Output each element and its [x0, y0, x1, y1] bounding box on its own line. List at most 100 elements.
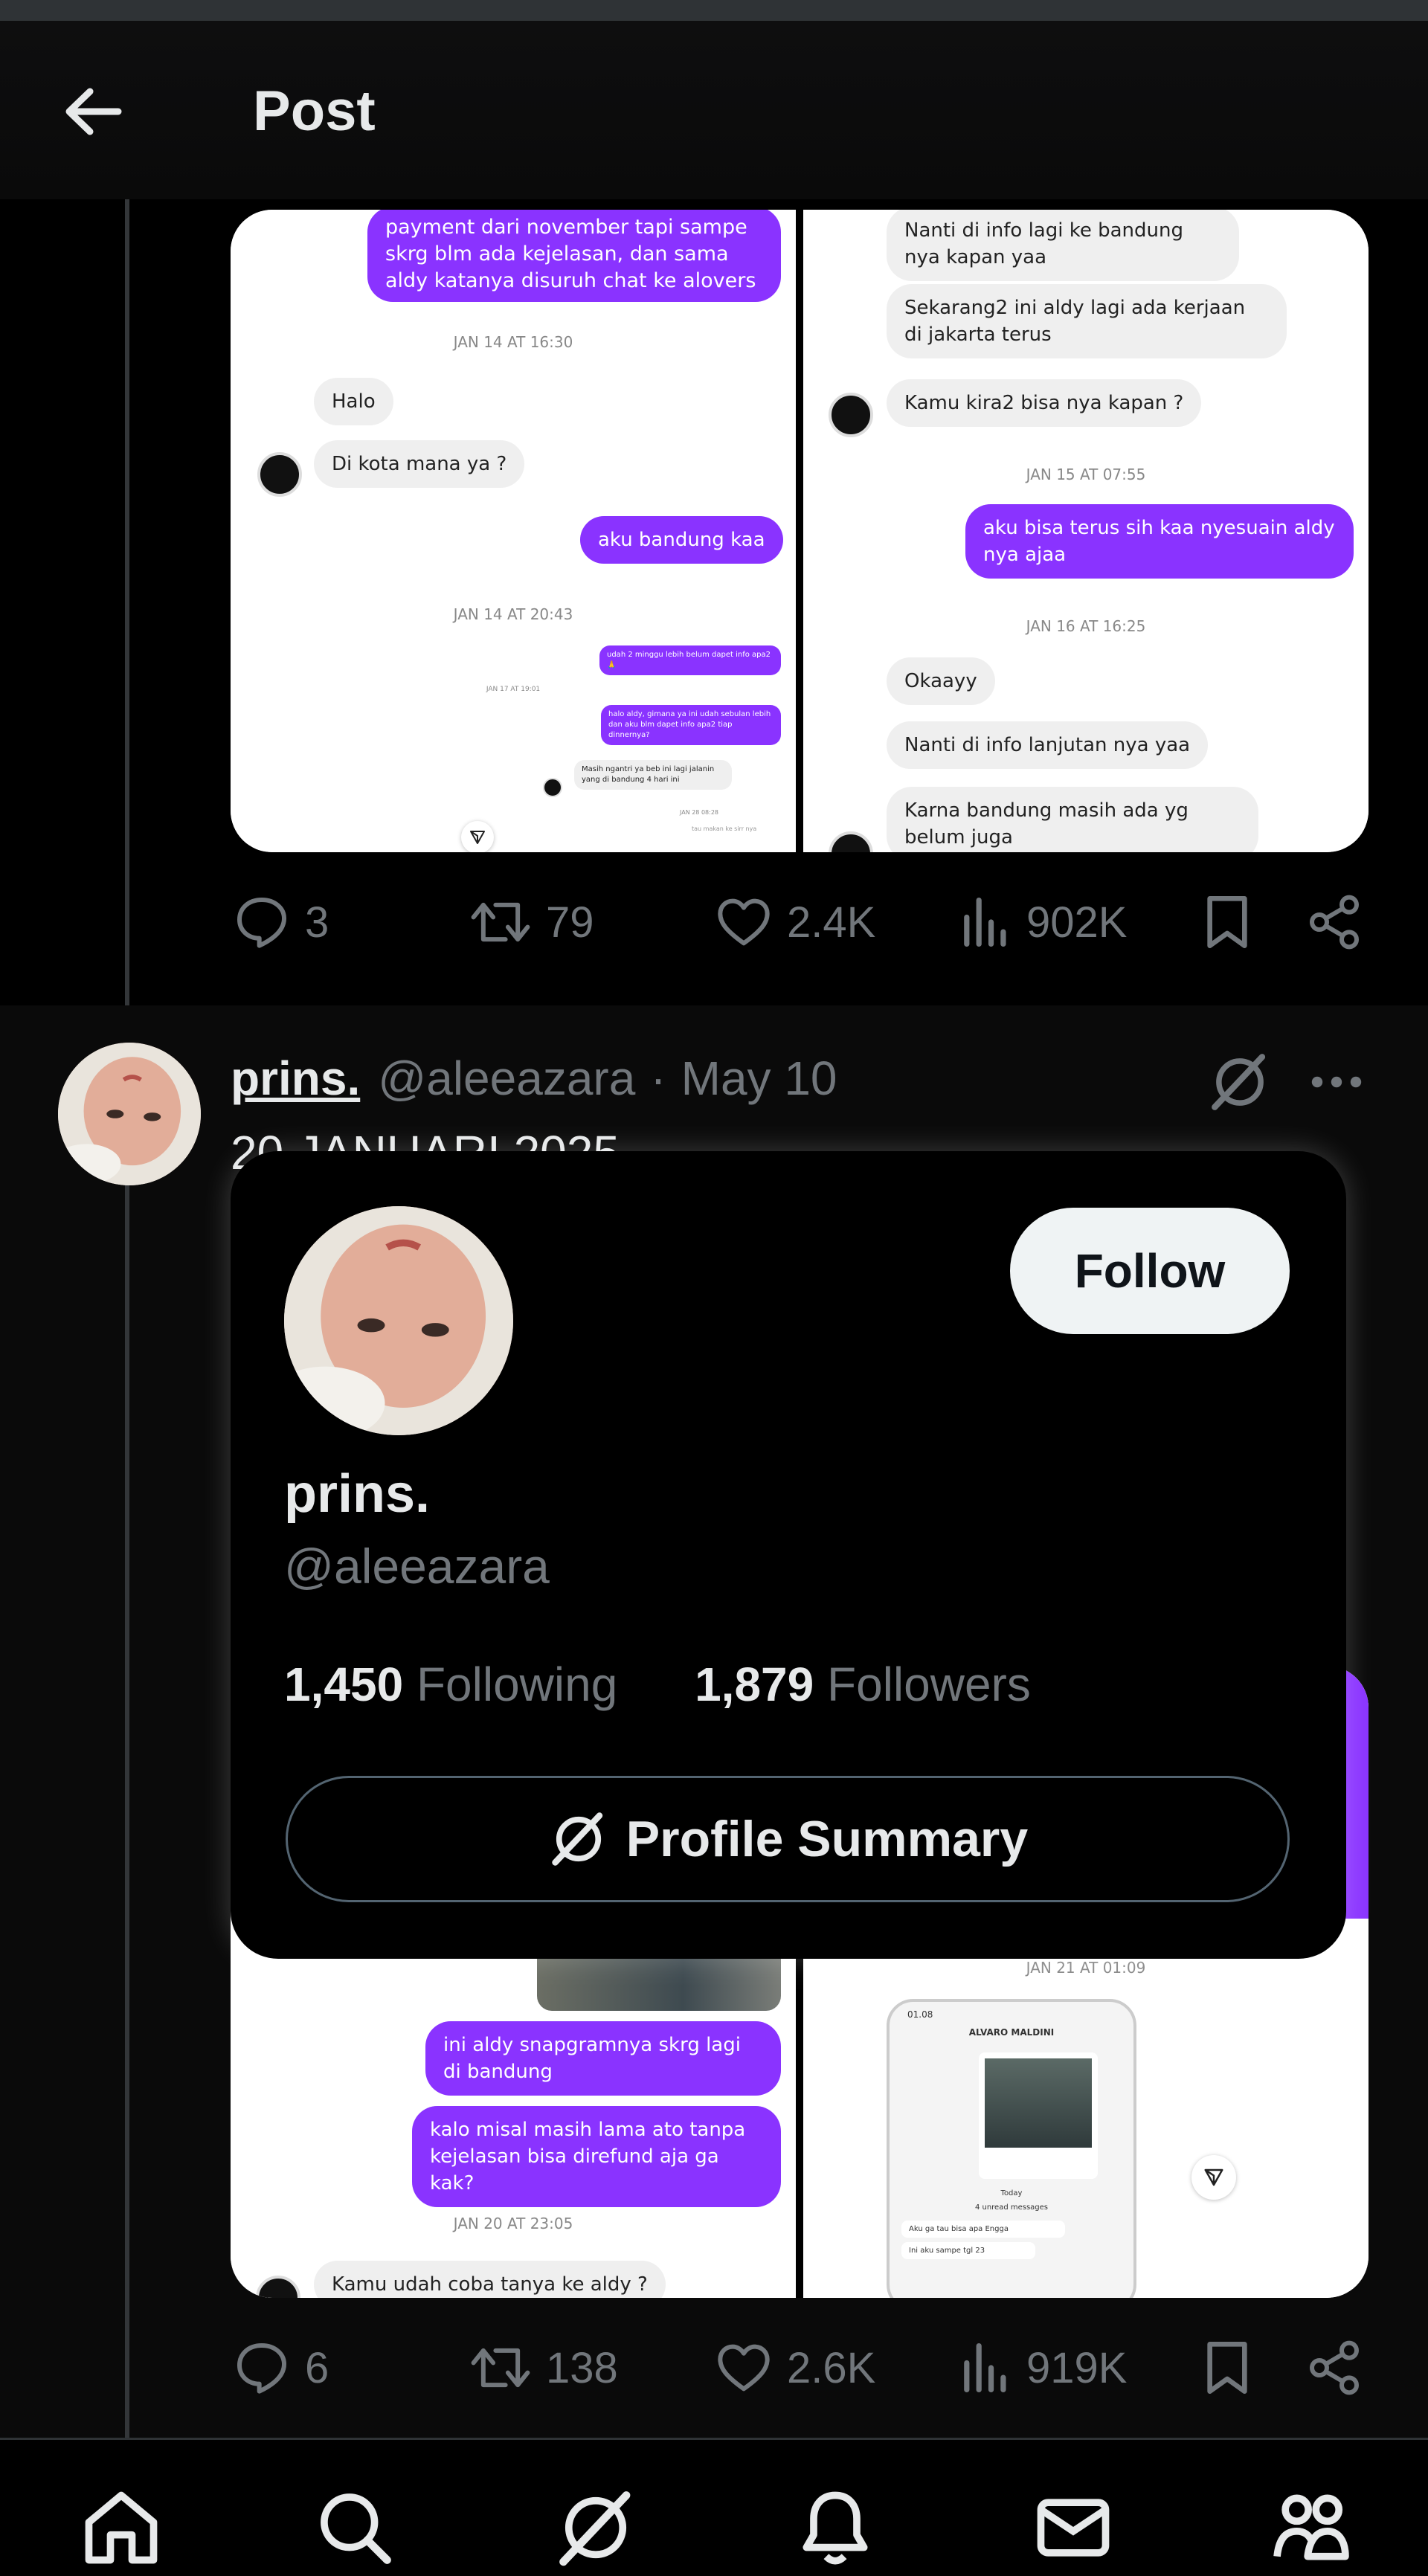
back-button[interactable]: [52, 74, 134, 149]
followers-label: Followers: [827, 1658, 1031, 1711]
profile-summary-button[interactable]: Profile Summary: [286, 1776, 1290, 1902]
header-bar: [0, 21, 1428, 199]
share-icon: [1310, 2340, 1359, 2395]
repost-button[interactable]: 138: [469, 2338, 618, 2398]
post-author-row: prins. @aleeazara · May 10: [231, 1041, 837, 1115]
message-bubble: Kamu udah coba tanya ke aldy ?: [314, 2261, 666, 2298]
repost-count: 79: [546, 898, 594, 947]
view-count: 919K: [1026, 2343, 1128, 2392]
message-bubble: Di kota mana ya ?: [314, 440, 525, 488]
bookmark-button[interactable]: [1199, 2338, 1255, 2398]
repost-icon: [471, 902, 530, 942]
message-bubble: payment dari november tapi sampe skrg bl…: [367, 210, 781, 302]
message-bubble: tau makan ke sirr nya: [684, 820, 765, 839]
nav-notifications[interactable]: [787, 2485, 884, 2576]
message-bubble: aku bandung kaa: [580, 516, 783, 564]
profile-avatar[interactable]: [284, 1206, 513, 1435]
author-avatar[interactable]: [58, 1043, 201, 1185]
more-options-button[interactable]: [1303, 1049, 1370, 1115]
phone-screenshot: 01.08 ALVARO MALDINI Today 4 unread mess…: [887, 1999, 1136, 2298]
message-bubble: Sekarang2 ini aldy lagi ada kerjaan di j…: [887, 284, 1287, 358]
following-link[interactable]: 1,450 Following: [284, 1658, 617, 1711]
reply-icon: [237, 2343, 286, 2394]
back-arrow-icon: [65, 88, 122, 135]
repost-count: 138: [546, 2343, 618, 2392]
views-button[interactable]: 919K: [959, 2338, 1127, 2398]
thread-line: [125, 199, 129, 1026]
message-bubble: udah 2 minggu lebih belum dapet info apa…: [599, 645, 781, 675]
nav-home[interactable]: [73, 2485, 170, 2576]
phone-time: 01.08: [907, 2009, 933, 2020]
avatar-photo: [58, 1043, 201, 1185]
follow-button[interactable]: Follow: [1010, 1208, 1290, 1334]
phone-unread: 4 unread messages: [974, 2203, 1049, 2212]
reply-button[interactable]: 3: [232, 892, 329, 952]
heart-icon: [718, 2344, 770, 2392]
grok-icon: [1212, 1054, 1266, 1110]
message-bubble: kalo misal masih lama ato tanpa kejelasa…: [412, 2106, 781, 2207]
chat-screenshot-right: Nanti di info lagi ke bandung nya kapan …: [803, 210, 1368, 852]
message-bubble: Okaayy: [887, 657, 995, 705]
post-date[interactable]: May 10: [681, 1051, 837, 1106]
search-icon: [321, 2493, 391, 2564]
nav-search[interactable]: [306, 2485, 403, 2576]
like-button[interactable]: 2.4K: [714, 892, 875, 952]
reply-count: 6: [305, 2343, 329, 2392]
bookmark-icon: [1207, 896, 1247, 948]
profile-summary-label: Profile Summary: [625, 1811, 1029, 1867]
panel-divider: [796, 210, 803, 852]
share-button[interactable]: [1305, 2338, 1364, 2398]
repost-button[interactable]: 79: [469, 892, 594, 952]
notifications-icon: [803, 2491, 868, 2565]
sender-avatar: [543, 778, 562, 797]
post-media-image[interactable]: payment dari november tapi sampe skrg bl…: [231, 210, 1368, 852]
views-button[interactable]: 902K: [959, 892, 1127, 952]
message-timestamp: JAN 21 AT 01:09: [1026, 1959, 1146, 1977]
message-timestamp: JAN 16 AT 16:25: [1026, 617, 1146, 635]
sender-avatar: [257, 452, 302, 497]
like-count: 2.4K: [787, 898, 876, 947]
status-bar-strip: [0, 0, 1428, 21]
nav-messages[interactable]: [1025, 2485, 1122, 2576]
message-timestamp: JAN 15 AT 07:55: [1026, 466, 1146, 483]
avatar-photo: [284, 1206, 513, 1435]
views-icon: [964, 2342, 1006, 2393]
reply-icon: [237, 898, 286, 948]
like-count: 2.6K: [787, 2343, 876, 2392]
reply-button[interactable]: 6: [232, 2338, 329, 2398]
messages-icon: [1037, 2499, 1110, 2557]
bookmark-button[interactable]: [1199, 892, 1255, 952]
page-title: Post: [253, 80, 376, 143]
like-button[interactable]: 2.6K: [714, 2338, 875, 2398]
message-timestamp: JAN 14 AT 16:30: [453, 333, 573, 351]
message-timestamp: JAN 17 AT 19:01: [486, 686, 541, 693]
share-button[interactable]: [1305, 892, 1364, 952]
followers-link[interactable]: 1,879 Followers: [695, 1658, 1031, 1711]
meta-separator: ·: [650, 1052, 666, 1105]
message-bubble: Nanti di info lagi ke bandung nya kapan …: [887, 210, 1239, 281]
nav-grok[interactable]: [547, 2485, 644, 2576]
message-bubble: Karna bandung masih ada yg belum juga: [887, 787, 1258, 852]
sender-avatar: [256, 2276, 300, 2298]
share-sheet-icon: [1191, 2155, 1236, 2200]
message-bubble: ini aldy snapgramnya skrg lagi di bandun…: [425, 2021, 781, 2096]
nav-communities[interactable]: [1263, 2485, 1360, 2576]
following-count: 1,450: [284, 1658, 404, 1711]
grok-actions-button[interactable]: [1206, 1049, 1273, 1115]
author-name[interactable]: prins.: [231, 1051, 360, 1106]
message-timestamp: JAN 20 AT 23:05: [453, 2215, 573, 2232]
bookmark-icon: [1207, 2342, 1247, 2394]
author-handle[interactable]: @aleeazara: [378, 1051, 635, 1106]
message-bubble: Nanti di info lanjutan nya yaa: [887, 721, 1209, 769]
message-bubble: Masih ngantri ya beb ini lagi jalanin ya…: [574, 760, 732, 790]
phone-message: Ini aku sampe tgl 23: [901, 2242, 1035, 2259]
following-label: Following: [416, 1658, 618, 1711]
grok-icon: [559, 2491, 631, 2566]
followers-count: 1,879: [695, 1658, 814, 1711]
profile-handle[interactable]: @aleeazara: [284, 1538, 550, 1594]
phone-today: Today: [1000, 2189, 1023, 2197]
profile-name[interactable]: prins.: [284, 1464, 430, 1524]
more-icon: [1311, 1076, 1362, 1088]
view-count: 902K: [1026, 898, 1128, 947]
heart-icon: [718, 898, 770, 946]
